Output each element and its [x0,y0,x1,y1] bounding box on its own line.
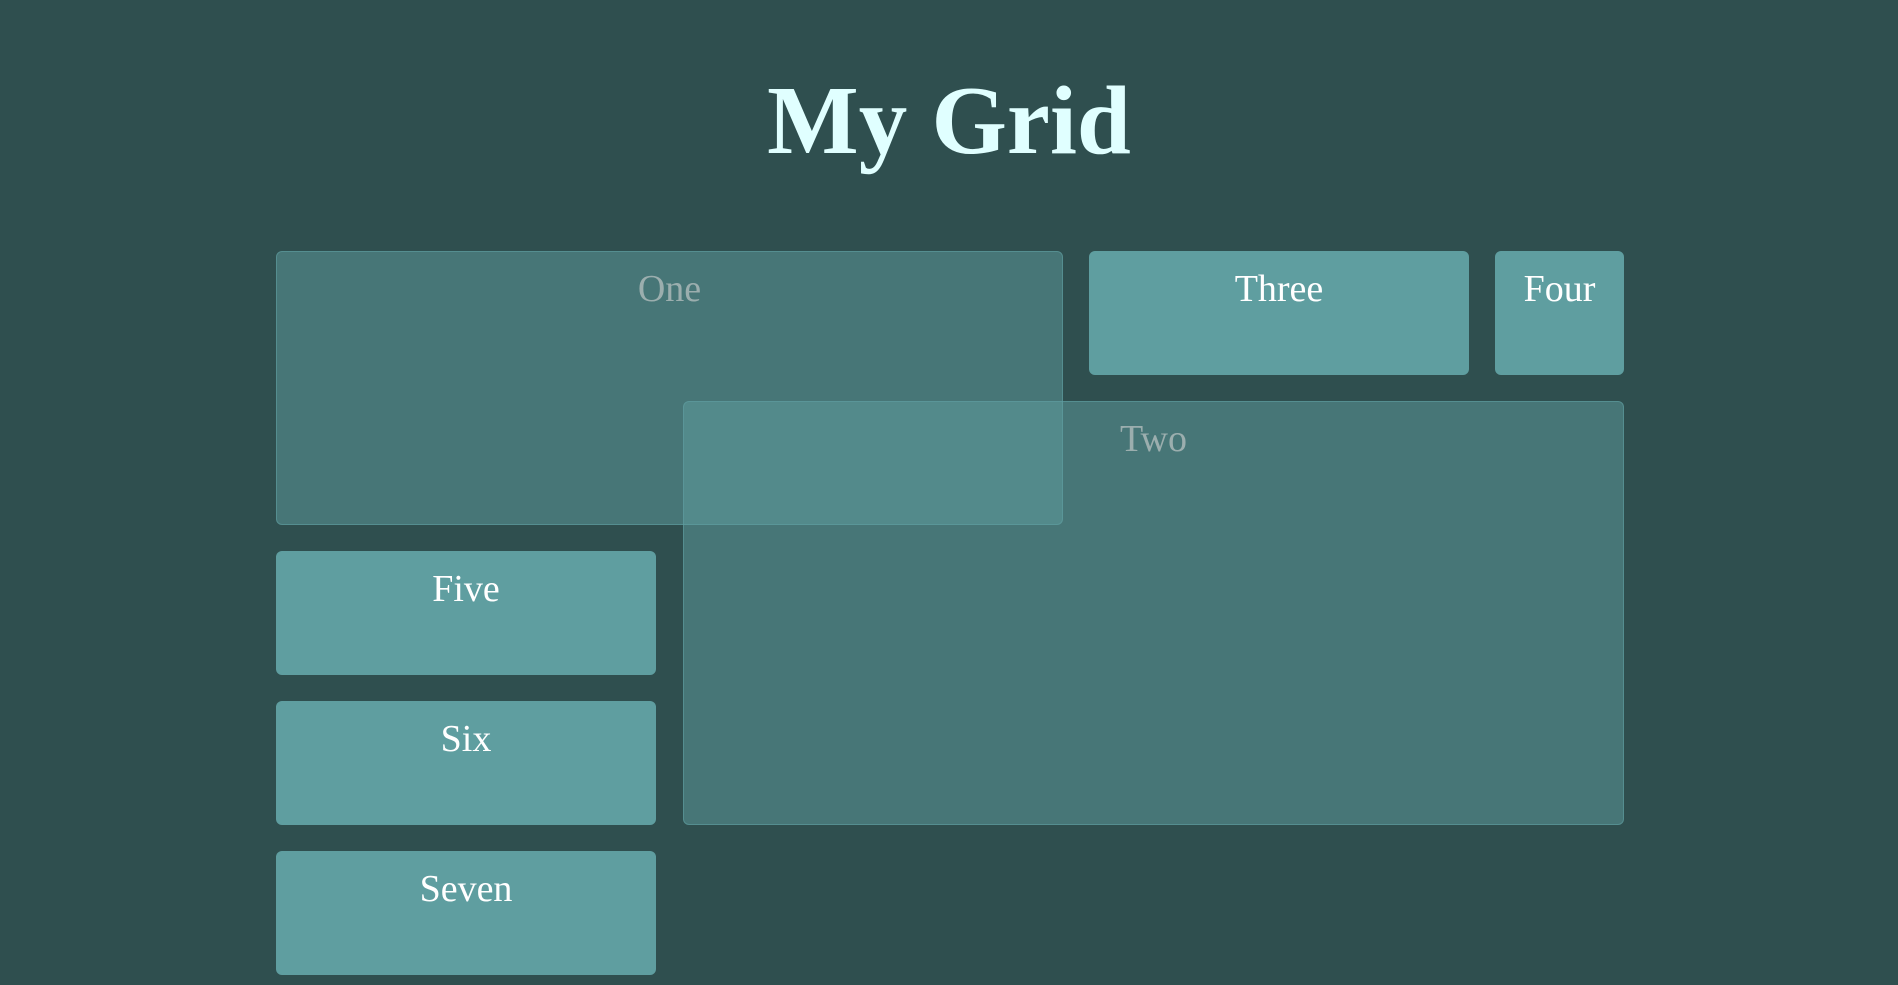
grid-cell-six: Six [276,701,656,825]
page-title: My Grid [767,67,1131,174]
grid-cell-four: Four [1495,251,1624,375]
grid-cell-three: Three [1089,251,1469,375]
grid-cell-five: Five [276,551,656,675]
grid-container: One Three Four Five Six Seven Two [276,251,1624,975]
grid-cell-seven: Seven [276,851,656,975]
grid-cell-two: Two [683,401,1624,825]
